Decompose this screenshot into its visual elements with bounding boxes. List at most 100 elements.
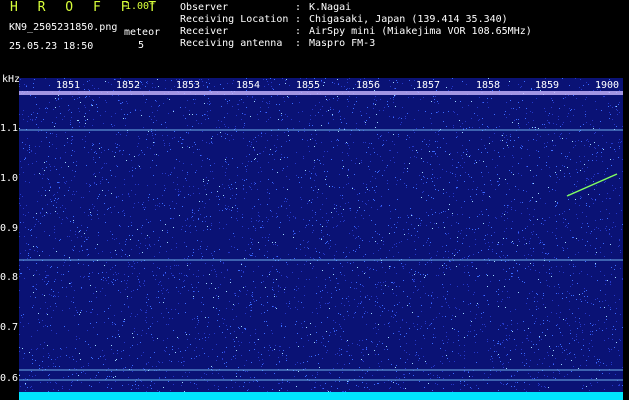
noise-pixel <box>158 284 159 285</box>
noise-pixel <box>584 164 585 165</box>
noise-pixel <box>560 170 561 171</box>
noise-pixel <box>232 106 233 107</box>
noise-pixel <box>384 349 385 350</box>
noise-pixel <box>464 355 465 356</box>
noise-pixel <box>351 355 352 356</box>
noise-pixel <box>515 382 516 383</box>
noise-pixel <box>164 145 165 146</box>
noise-pixel <box>473 181 474 182</box>
noise-pixel <box>214 86 215 87</box>
noise-pixel <box>207 115 208 116</box>
noise-pixel <box>39 274 40 275</box>
noise-pixel <box>120 226 121 227</box>
noise-pixel <box>394 162 395 163</box>
noise-pixel <box>114 323 115 324</box>
noise-pixel <box>440 361 441 362</box>
noise-pixel <box>348 183 349 184</box>
noise-pixel <box>260 297 261 298</box>
noise-pixel <box>34 250 35 251</box>
noise-pixel <box>301 187 302 188</box>
noise-pixel <box>314 166 315 167</box>
noise-pixel <box>474 336 475 337</box>
noise-pixel <box>101 147 102 148</box>
noise-pixel <box>505 179 506 180</box>
noise-pixel <box>73 216 74 217</box>
noise-pixel <box>74 368 75 369</box>
noise-pixel <box>201 241 202 242</box>
noise-pixel <box>125 289 126 290</box>
noise-pixel <box>170 218 171 219</box>
noise-pixel <box>146 312 147 313</box>
noise-pixel <box>308 340 309 341</box>
noise-pixel <box>171 172 172 173</box>
noise-pixel <box>479 97 480 98</box>
noise-pixel <box>66 181 67 182</box>
noise-pixel <box>459 309 460 310</box>
noise-pixel <box>530 263 531 264</box>
noise-pixel <box>289 85 290 86</box>
noise-pixel <box>287 215 288 216</box>
noise-pixel <box>390 387 391 388</box>
noise-pixel <box>97 244 98 245</box>
noise-pixel <box>507 207 508 208</box>
noise-pixel <box>232 188 233 189</box>
noise-pixel <box>443 112 444 113</box>
noise-pixel <box>525 268 526 269</box>
noise-pixel <box>252 294 253 295</box>
noise-pixel <box>141 227 142 228</box>
noise-pixel <box>288 306 289 307</box>
noise-pixel <box>50 170 51 171</box>
noise-pixel <box>531 232 532 233</box>
noise-pixel <box>366 184 367 185</box>
noise-pixel <box>226 291 227 292</box>
noise-pixel <box>300 197 301 198</box>
noise-pixel <box>132 176 133 177</box>
noise-pixel <box>518 292 519 293</box>
noise-pixel <box>379 170 380 171</box>
noise-pixel <box>132 371 133 372</box>
noise-pixel <box>226 209 227 210</box>
noise-pixel <box>89 279 90 280</box>
noise-pixel <box>29 249 30 250</box>
noise-pixel <box>56 202 57 203</box>
noise-pixel <box>257 114 258 115</box>
noise-pixel <box>430 242 431 243</box>
noise-pixel <box>496 218 497 219</box>
noise-pixel <box>48 353 49 354</box>
noise-pixel <box>32 119 33 120</box>
noise-pixel <box>412 146 413 147</box>
noise-pixel <box>135 316 136 317</box>
noise-pixel <box>60 113 61 114</box>
noise-pixel <box>159 282 160 283</box>
noise-pixel <box>118 273 119 274</box>
noise-pixel <box>348 345 349 346</box>
noise-pixel <box>29 149 30 150</box>
noise-pixel <box>164 350 165 351</box>
noise-pixel <box>92 85 93 86</box>
noise-pixel <box>250 187 251 188</box>
noise-pixel <box>227 208 228 209</box>
noise-pixel <box>356 101 357 102</box>
noise-pixel <box>548 115 549 116</box>
noise-pixel <box>518 163 519 164</box>
noise-pixel <box>518 189 519 190</box>
noise-pixel <box>182 206 183 207</box>
noise-pixel <box>74 99 75 100</box>
noise-pixel <box>173 275 174 276</box>
noise-pixel <box>453 125 454 126</box>
noise-pixel <box>296 290 297 291</box>
noise-pixel <box>256 220 257 221</box>
noise-pixel <box>556 228 557 229</box>
noise-pixel <box>460 381 461 382</box>
noise-pixel <box>328 391 329 392</box>
noise-pixel <box>318 363 319 364</box>
noise-pixel <box>218 298 219 299</box>
noise-pixel <box>194 142 195 143</box>
noise-pixel <box>493 275 494 276</box>
noise-pixel <box>167 151 168 152</box>
noise-pixel <box>152 323 153 324</box>
noise-pixel <box>237 211 238 212</box>
noise-pixel <box>463 301 464 302</box>
noise-pixel <box>37 247 38 248</box>
noise-pixel <box>275 345 276 346</box>
